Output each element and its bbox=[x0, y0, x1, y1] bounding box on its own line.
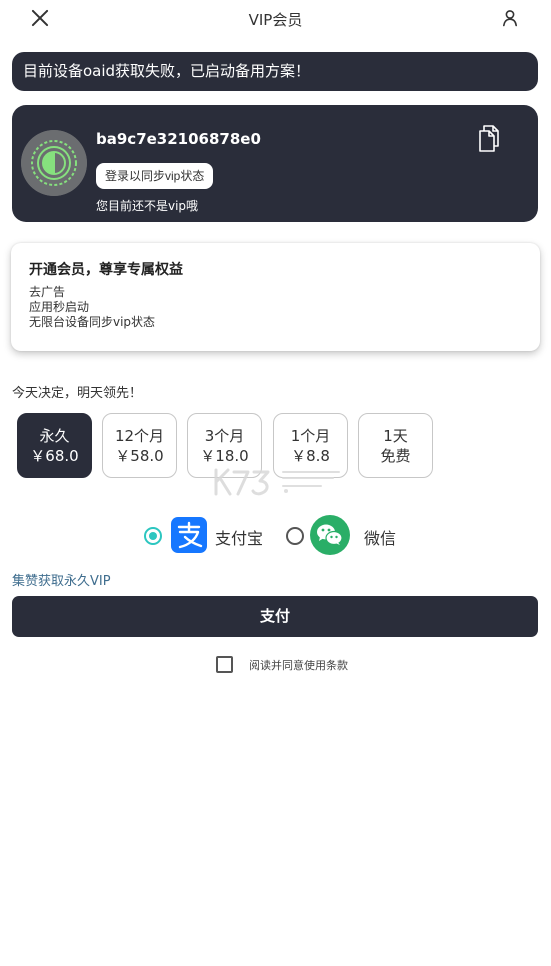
collect-likes-vip-link[interactable]: 集赞获取永久VIP bbox=[12, 570, 111, 589]
benefits-list: 去广告 应用秒启动 无限台设备同步vip状态 bbox=[29, 285, 155, 330]
benefits-title: 开通会员，尊享专属权益 bbox=[29, 262, 183, 278]
vip-benefits-card: 开通会员，尊享专属权益 去广告 应用秒启动 无限台设备同步vip状态 bbox=[11, 243, 540, 351]
plan-price: ￥18.0 bbox=[200, 447, 249, 465]
alipay-radio[interactable] bbox=[144, 527, 162, 545]
plan-name: 3个月 bbox=[204, 427, 245, 445]
login-sync-button[interactable]: 登录以同步vip状态 bbox=[96, 163, 214, 189]
plan-name: 1个月 bbox=[290, 427, 331, 445]
alipay-label[interactable]: 支付宝 bbox=[215, 525, 263, 549]
device-id: ba9c7e32106878e0 bbox=[96, 130, 261, 148]
plan-options: 永久 ￥68.0 12个月 ￥58.0 3个月 ￥18.0 1个月 ￥8.8 1… bbox=[17, 413, 437, 479]
plan-1-day[interactable]: 1天 免费 bbox=[358, 413, 433, 478]
vip-status-text: 您目前还不是vip哦 bbox=[96, 199, 199, 213]
plan-12-months[interactable]: 12个月 ￥58.0 bbox=[102, 413, 177, 478]
plan-price: ￥58.0 bbox=[115, 447, 164, 465]
app-logo-avatar bbox=[21, 130, 87, 196]
plan-price: ￥8.8 bbox=[291, 447, 330, 465]
plan-3-months[interactable]: 3个月 ￥18.0 bbox=[187, 413, 262, 478]
agreement-checkbox[interactable] bbox=[216, 656, 233, 673]
wechat-radio[interactable] bbox=[286, 527, 304, 545]
payment-methods: 支付宝 微信 bbox=[0, 512, 551, 558]
wechat-label[interactable]: 微信 bbox=[364, 525, 396, 549]
profile-card: ba9c7e32106878e0 登录以同步vip状态 您目前还不是vip哦 bbox=[12, 105, 538, 222]
wechat-icon[interactable] bbox=[310, 515, 350, 555]
plan-lifetime[interactable]: 永久 ￥68.0 bbox=[17, 413, 92, 478]
plan-name: 12个月 bbox=[114, 427, 165, 445]
plan-price: ￥68.0 bbox=[30, 447, 79, 465]
benefit-item: 无限台设备同步vip状态 bbox=[29, 315, 156, 329]
agreement-label[interactable]: 阅读并同意使用条款 bbox=[249, 657, 348, 673]
page-title: VIP会员 bbox=[248, 11, 303, 29]
plan-price: 免费 bbox=[380, 447, 411, 465]
copy-icon[interactable] bbox=[472, 124, 502, 154]
alipay-icon[interactable] bbox=[171, 517, 207, 553]
user-icon[interactable] bbox=[500, 8, 520, 28]
benefit-item: 应用秒启动 bbox=[29, 300, 90, 314]
benefit-item: 去广告 bbox=[29, 285, 66, 299]
agreement-row: 阅读并同意使用条款 bbox=[0, 655, 551, 675]
app-header: VIP会员 bbox=[0, 0, 551, 40]
plan-name: 永久 bbox=[39, 427, 70, 445]
plan-name: 1天 bbox=[383, 427, 408, 445]
plan-1-month[interactable]: 1个月 ￥8.8 bbox=[273, 413, 348, 478]
pay-button[interactable]: 支付 bbox=[12, 596, 538, 637]
slogan-text: 今天决定，明天领先！ bbox=[12, 386, 143, 401]
oaid-notice-bar: 目前设备oaid获取失败，已启动备用方案！ bbox=[12, 52, 538, 91]
